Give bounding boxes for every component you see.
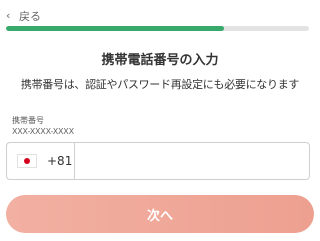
phone-input-row: +81 (6, 142, 310, 180)
back-label: 戻る (19, 10, 41, 23)
phone-field-hint: XXX-XXXX-XXXX (12, 127, 74, 136)
country-code-label: +81 (47, 154, 73, 168)
japan-flag-icon (17, 154, 37, 168)
country-code-selector[interactable]: +81 (6, 142, 74, 180)
next-button[interactable]: 次へ (6, 195, 314, 233)
progress-bar (6, 26, 309, 31)
back-link[interactable]: ‹ 戻る (6, 9, 41, 23)
phone-number-input[interactable] (74, 142, 310, 180)
chevron-left-icon: ‹ (6, 9, 11, 22)
phone-entry-screen: ‹ 戻る 携帯電話番号の入力 携帯番号は、認証やパスワード再設定にも必要になりま… (0, 0, 320, 241)
page-description: 携帯番号は、認証やパスワード再設定にも必要になります (20, 78, 300, 91)
page-title: 携帯電話番号の入力 (101, 53, 219, 68)
phone-field-label: 携帯番号 (12, 116, 44, 125)
progress-fill (6, 26, 225, 31)
